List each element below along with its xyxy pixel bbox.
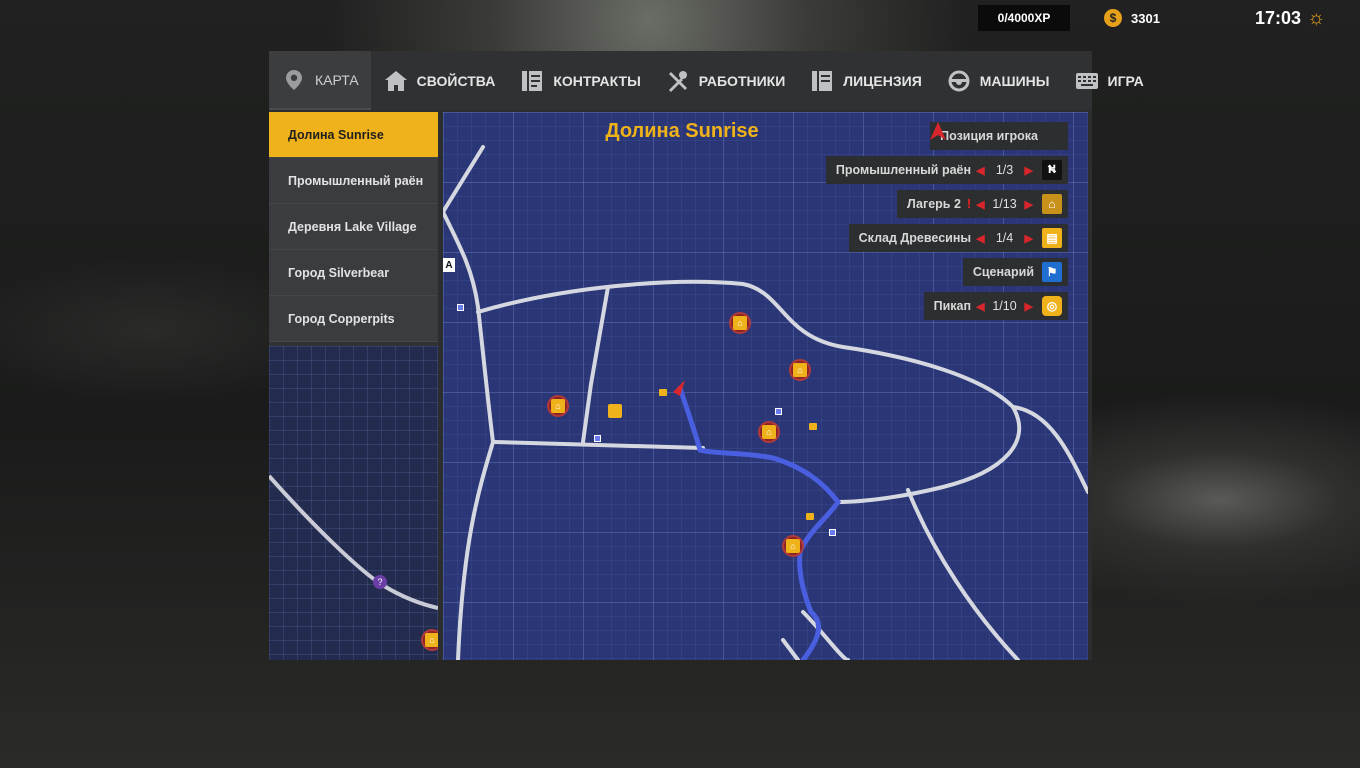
legend-label: Пикап bbox=[933, 299, 972, 313]
minimap-overflow: ⌂ ? bbox=[269, 346, 438, 660]
menu-window: КАРТА СВОЙСТВА КОНТРАКТЫ РАБОТНИКИ ЛИЦЕН… bbox=[269, 51, 1144, 660]
legend-pickup[interactable]: Пикап ◀ 1/10 ▶ ◎ bbox=[923, 292, 1068, 320]
clock: 17:03 ☼ bbox=[1255, 0, 1325, 36]
time-text: 17:03 bbox=[1255, 7, 1302, 28]
tab-game[interactable]: ИГРА bbox=[1062, 51, 1156, 110]
legend-count: 1/13 bbox=[992, 197, 1017, 211]
question-marker-icon[interactable]: ? bbox=[373, 575, 387, 589]
xp-text: 0/4000XP bbox=[997, 11, 1051, 25]
pickup-marker[interactable] bbox=[806, 513, 814, 520]
next-arrow-icon[interactable]: ▶ bbox=[1025, 232, 1033, 245]
xp-counter: 0/4000XP bbox=[978, 5, 1070, 31]
next-arrow-icon[interactable]: ▶ bbox=[1025, 300, 1033, 313]
prev-arrow-icon[interactable]: ◀ bbox=[976, 300, 984, 313]
legend-label: Позиция игрока bbox=[940, 129, 1038, 143]
map-title: Долина Sunrise bbox=[605, 120, 759, 142]
tab-label: МАШИНЫ bbox=[979, 72, 1050, 89]
scenario-marker[interactable] bbox=[594, 435, 601, 442]
legend-label: Лагерь 2 bbox=[906, 197, 961, 211]
house-icon bbox=[384, 70, 407, 92]
tab-label: ИГРА bbox=[1107, 72, 1144, 89]
scenario-flag-icon: ⚑ bbox=[1042, 262, 1062, 282]
camp-marker[interactable]: ⌂ bbox=[758, 421, 780, 443]
lumber-marker[interactable] bbox=[608, 404, 622, 418]
money-value: 3301 bbox=[1131, 10, 1160, 26]
region-lake-village[interactable]: Деревня Lake Village bbox=[269, 204, 438, 250]
next-arrow-icon[interactable]: ▶ bbox=[1025, 164, 1033, 177]
legend-scenario[interactable]: Сценарий ⚑ bbox=[962, 258, 1068, 286]
next-arrow-icon[interactable]: ▶ bbox=[1025, 198, 1033, 211]
tab-license[interactable]: ЛИЦЕНЗИЯ bbox=[797, 51, 933, 110]
region-label: Город Copperpits bbox=[288, 311, 395, 326]
keyboard-icon bbox=[1075, 70, 1098, 92]
scenario-marker[interactable] bbox=[775, 408, 782, 415]
lumber-icon: ▤ bbox=[1042, 228, 1062, 248]
region-label: Деревня Lake Village bbox=[288, 219, 417, 234]
pickup-marker[interactable] bbox=[809, 423, 817, 430]
legend-count: 1/3 bbox=[995, 163, 1014, 177]
coin-icon: $ bbox=[1104, 9, 1122, 27]
camp-marker[interactable]: ⌂ bbox=[789, 359, 811, 381]
map-pin-icon bbox=[283, 69, 305, 91]
tab-label: КАРТА bbox=[315, 71, 359, 88]
tab-properties[interactable]: СВОЙСТВА bbox=[371, 51, 508, 110]
scenario-marker[interactable] bbox=[829, 529, 836, 536]
minimap-roads bbox=[269, 474, 438, 610]
legend-player-position[interactable]: Позиция игрока bbox=[930, 122, 1068, 150]
tab-label: КОНТРАКТЫ bbox=[553, 72, 641, 89]
region-industrial[interactable]: Промышленный раён bbox=[269, 158, 438, 204]
tab-vehicles[interactable]: МАШИНЫ bbox=[934, 51, 1062, 110]
camp-marker[interactable]: ⌂ bbox=[729, 312, 751, 334]
legend-count: 1/10 bbox=[992, 299, 1017, 313]
license-icon bbox=[811, 70, 833, 92]
region-label: Промышленный раён bbox=[288, 173, 424, 188]
legend-label: Сценарий bbox=[972, 265, 1034, 279]
map-view[interactable]: Долина Sunrise Позиция игрока Промышленн… bbox=[443, 112, 1088, 660]
camp-marker[interactable]: ⌂ bbox=[421, 629, 438, 651]
player-arrow-icon bbox=[930, 122, 1062, 146]
tab-workers[interactable]: РАБОТНИКИ bbox=[653, 51, 798, 110]
scenario-marker[interactable] bbox=[457, 304, 464, 311]
prev-arrow-icon[interactable]: ◀ bbox=[976, 232, 984, 245]
contract-icon bbox=[521, 70, 543, 92]
tab-label: СВОЙСТВА bbox=[416, 72, 496, 89]
money-display: $ 3301 bbox=[1104, 0, 1160, 36]
prev-arrow-icon[interactable]: ◀ bbox=[976, 164, 984, 177]
camp-icon: ⌂ bbox=[1042, 194, 1062, 214]
tab-label: РАБОТНИКИ bbox=[698, 72, 786, 89]
region-list: Долина Sunrise Промышленный раён Деревня… bbox=[269, 112, 438, 660]
tab-contracts[interactable]: КОНТРАКТЫ bbox=[507, 51, 652, 110]
region-silverbear[interactable]: Город Silverbear bbox=[269, 250, 438, 296]
tab-map[interactable]: КАРТА bbox=[269, 51, 371, 110]
region-label: Город Silverbear bbox=[288, 265, 390, 280]
legend-camp[interactable]: Лагерь 2 ! ◀ 1/13 ▶ ⌂ bbox=[896, 190, 1068, 218]
camp-marker[interactable]: ⌂ bbox=[782, 535, 804, 557]
steering-wheel-icon bbox=[948, 70, 970, 92]
legend-industrial[interactable]: Промышленный раён ◀ 1/3 ▶ ⛕ bbox=[825, 156, 1068, 184]
prev-arrow-icon[interactable]: ◀ bbox=[976, 198, 984, 211]
region-label: Долина Sunrise bbox=[288, 127, 384, 142]
legend-label: Склад Древесины bbox=[858, 231, 972, 245]
camp-marker[interactable]: ⌂ bbox=[547, 395, 569, 417]
tab-bar: КАРТА СВОЙСТВА КОНТРАКТЫ РАБОТНИКИ ЛИЦЕН… bbox=[269, 51, 1144, 110]
legend-count: 1/4 bbox=[995, 231, 1014, 245]
pickup-marker[interactable] bbox=[659, 389, 667, 396]
legend-lumber[interactable]: Склад Древесины ◀ 1/4 ▶ ▤ bbox=[848, 224, 1068, 252]
sun-icon: ☼ bbox=[1307, 6, 1326, 29]
road-icon: ⛕ bbox=[1042, 160, 1062, 180]
legend-label: Промышленный раён bbox=[835, 163, 972, 177]
tab-label: ЛИЦЕНЗИЯ bbox=[843, 72, 922, 89]
tools-icon bbox=[667, 70, 689, 92]
region-copperpits[interactable]: Город Copperpits bbox=[269, 296, 438, 342]
road-marker-icon[interactable]: A bbox=[443, 258, 455, 272]
region-sunrise-valley[interactable]: Долина Sunrise bbox=[269, 112, 438, 158]
alert-icon: ! bbox=[966, 197, 972, 211]
pickup-icon: ◎ bbox=[1042, 296, 1062, 316]
